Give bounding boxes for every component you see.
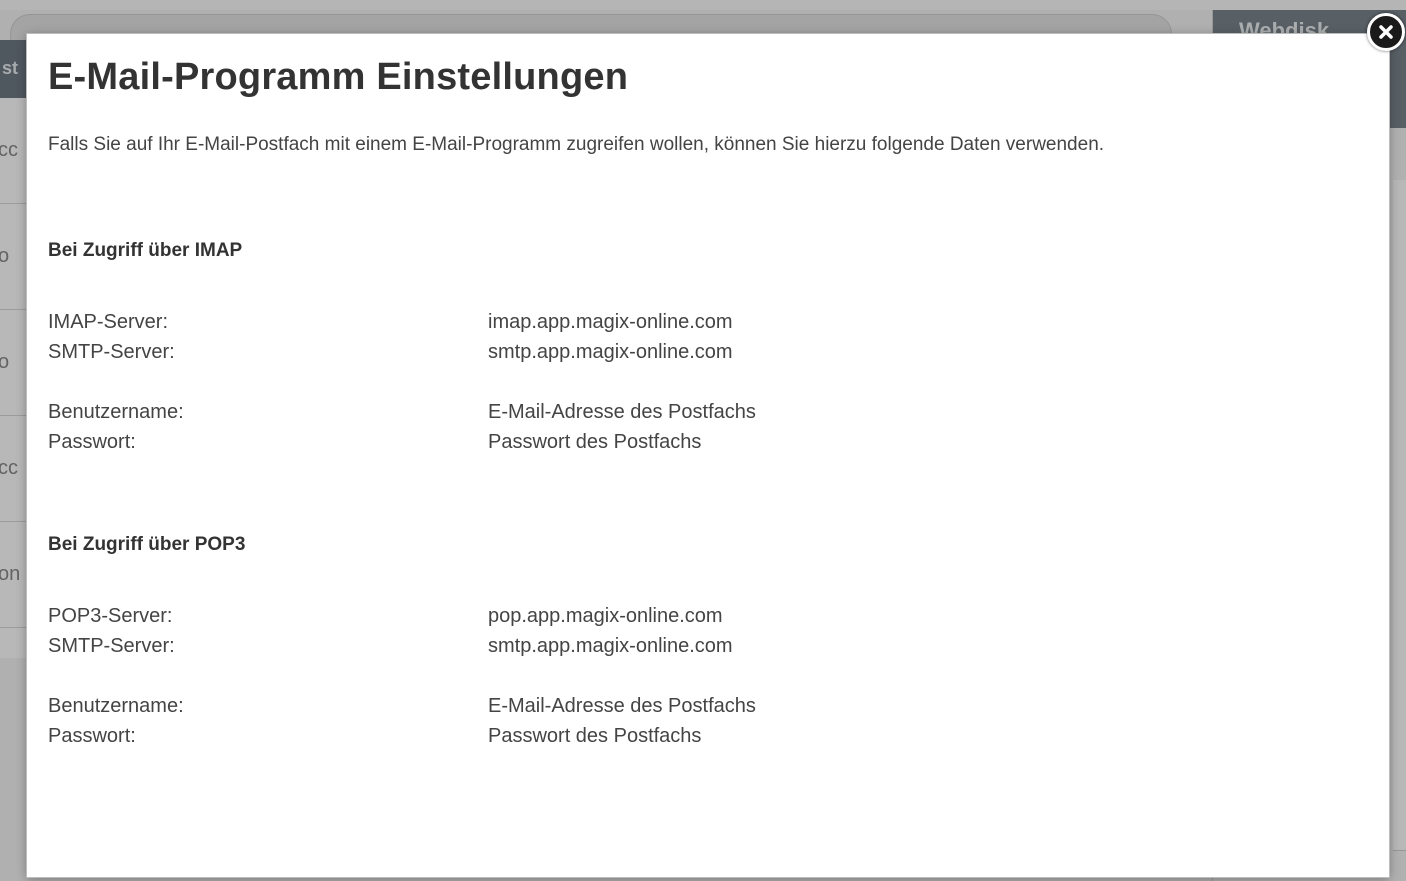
imap-password-value: Passwort des Postfachs xyxy=(488,431,702,453)
close-icon xyxy=(1379,25,1393,39)
pop3-server-value: pop.app.magix-online.com xyxy=(488,605,723,627)
close-dialog-button[interactable] xyxy=(1367,13,1405,51)
imap-section-heading: Bei Zugriff über IMAP xyxy=(48,240,243,261)
dialog-title: E-Mail-Programm Einstellungen xyxy=(48,56,629,98)
pop3-server-row: POP3-Server: pop.app.magix-online.com xyxy=(48,601,1048,631)
imap-username-row: Benutzername: E-Mail-Adresse des Postfac… xyxy=(48,397,1048,427)
pop3-server-label: POP3-Server: xyxy=(48,605,173,627)
pop3-smtp-server-label: SMTP-Server: xyxy=(48,635,175,657)
imap-server-row: IMAP-Server: imap.app.magix-online.com xyxy=(48,307,1048,337)
email-settings-dialog: E-Mail-Programm Einstellungen Falls Sie … xyxy=(27,34,1389,877)
imap-smtp-server-value: smtp.app.magix-online.com xyxy=(488,341,733,363)
pop3-username-label: Benutzername: xyxy=(48,695,184,717)
pop3-username-value: E-Mail-Adresse des Postfachs xyxy=(488,695,756,717)
pop3-password-row: Passwort: Passwort des Postfachs xyxy=(48,721,1048,751)
pop3-section-heading: Bei Zugriff über POP3 xyxy=(48,534,246,555)
imap-username-label: Benutzername: xyxy=(48,401,184,423)
pop3-smtp-server-row: SMTP-Server: smtp.app.magix-online.com xyxy=(48,631,1048,661)
imap-username-value: E-Mail-Adresse des Postfachs xyxy=(488,401,756,423)
pop3-password-value: Passwort des Postfachs xyxy=(488,725,702,747)
imap-password-label: Passwort: xyxy=(48,431,136,453)
imap-smtp-server-label: SMTP-Server: xyxy=(48,341,175,363)
imap-server-value: imap.app.magix-online.com xyxy=(488,311,733,333)
imap-password-row: Passwort: Passwort des Postfachs xyxy=(48,427,1048,457)
pop3-username-row: Benutzername: E-Mail-Adresse des Postfac… xyxy=(48,691,1048,721)
pop3-smtp-server-value: smtp.app.magix-online.com xyxy=(488,635,733,657)
pop3-password-label: Passwort: xyxy=(48,725,136,747)
dialog-intro-text: Falls Sie auf Ihr E-Mail-Postfach mit ei… xyxy=(48,134,1105,155)
imap-server-label: IMAP-Server: xyxy=(48,311,169,333)
imap-smtp-server-row: SMTP-Server: smtp.app.magix-online.com xyxy=(48,337,1048,367)
